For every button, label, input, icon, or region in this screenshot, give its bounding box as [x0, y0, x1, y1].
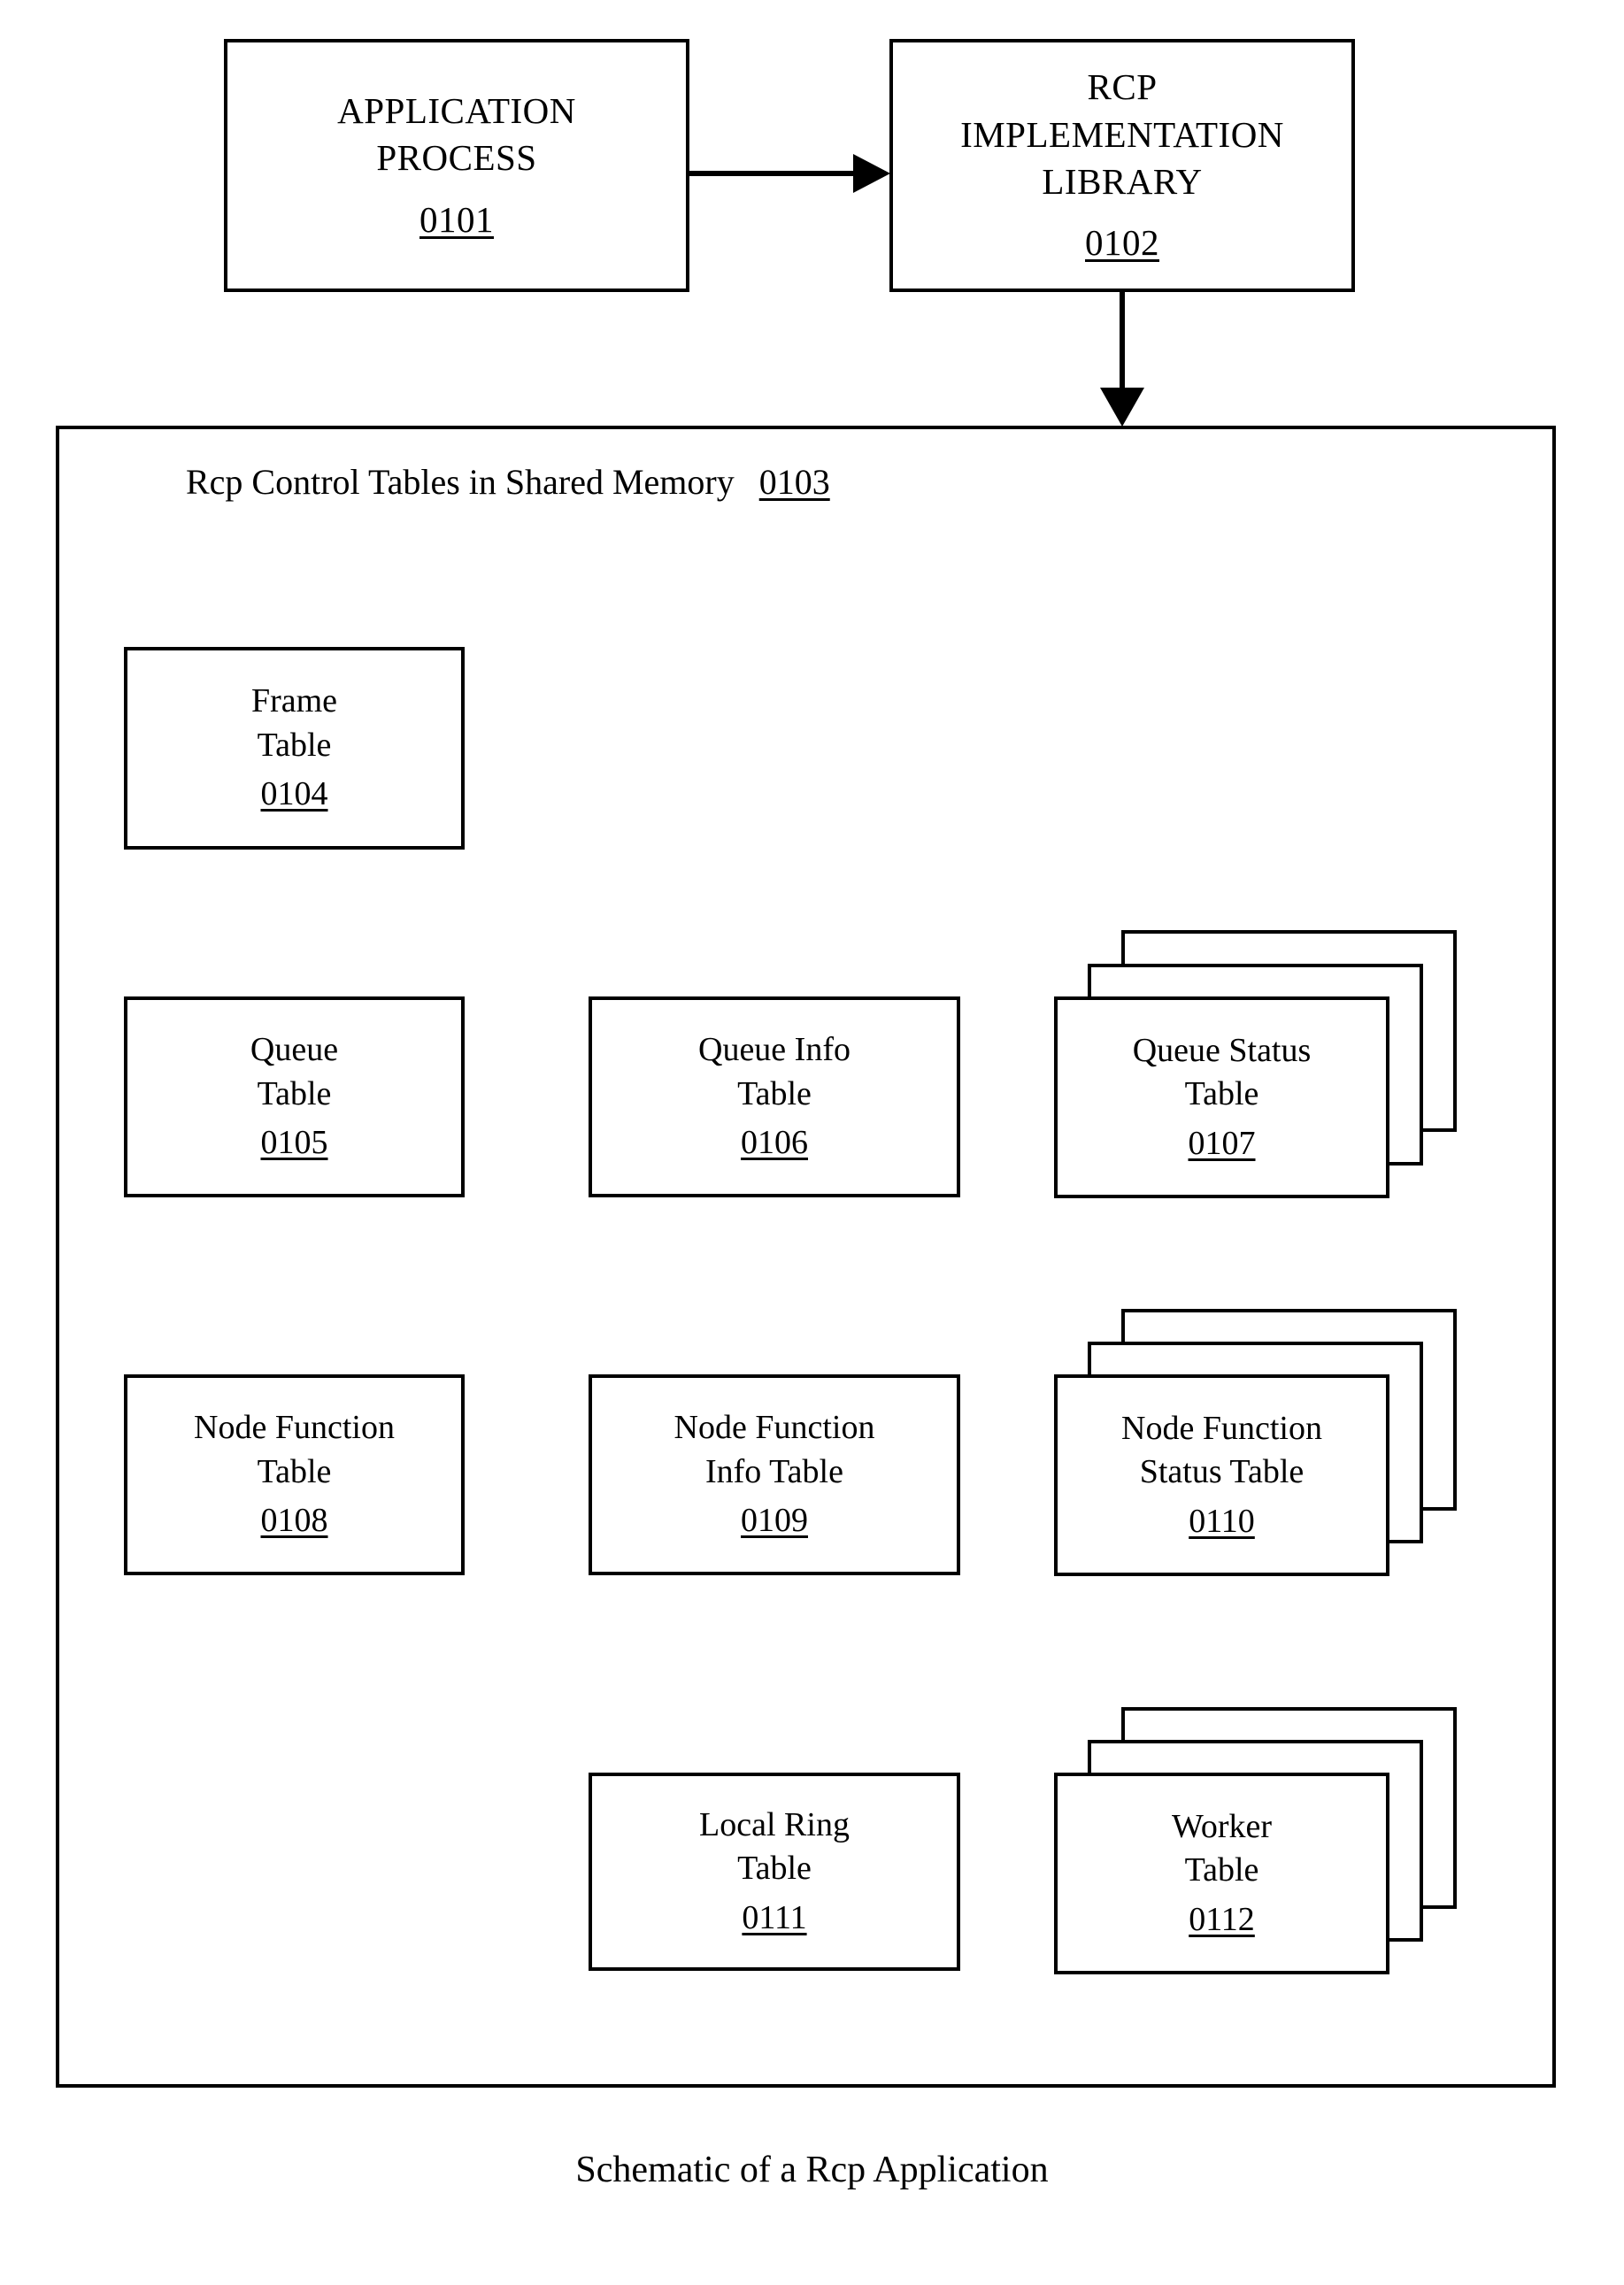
- application-process-box: APPLICATION PROCESS 0101: [224, 39, 689, 292]
- arrow-down-head-library-to-shared-memory: [1100, 388, 1144, 427]
- frame-table-line2: Table: [257, 726, 332, 764]
- queue-info-table-refnum: 0106: [741, 1124, 808, 1162]
- arrow-right-head-app-to-library: [853, 154, 890, 193]
- arrow-down-shaft-library-to-shared-memory: [1120, 292, 1125, 389]
- node-function-status-table-line2: Status Table: [1139, 1453, 1305, 1491]
- application-process-refnum: 0101: [419, 198, 494, 240]
- rcp-library-line1: RCP: [1087, 66, 1158, 108]
- figure-caption: Schematic of a Rcp Application: [575, 2150, 1049, 2190]
- shared-memory-title: Rcp Control Tables in Shared Memory 0103: [186, 461, 830, 503]
- node-function-info-table-box: Node Function Info Table 0109: [589, 1374, 960, 1575]
- local-ring-table-refnum: 0111: [742, 1898, 807, 1936]
- local-ring-table-line2: Table: [737, 1850, 812, 1888]
- queue-info-table-line2: Table: [737, 1074, 812, 1112]
- rcp-library-line2: IMPLEMENTATION: [960, 113, 1284, 155]
- local-ring-table-line1: Local Ring: [699, 1805, 850, 1843]
- queue-info-table-box: Queue Info Table 0106: [589, 996, 960, 1197]
- worker-table-line1: Worker: [1172, 1807, 1272, 1845]
- node-function-info-table-line1: Node Function: [673, 1409, 875, 1447]
- application-process-line1: APPLICATION: [337, 90, 576, 132]
- node-function-status-table-refnum: 0110: [1189, 1502, 1255, 1540]
- frame-table-line1: Frame: [250, 682, 338, 720]
- rcp-implementation-library-box: RCP IMPLEMENTATION LIBRARY 0102: [889, 39, 1355, 292]
- queue-status-table-line1: Queue Status: [1132, 1031, 1312, 1069]
- frame-table-box: Frame Table 0104: [124, 647, 465, 850]
- shared-memory-refnum: 0103: [758, 462, 830, 502]
- patent-figure-schematic-of-rcp-application: APPLICATION PROCESS 0101 RCP IMPLEMENTAT…: [0, 0, 1624, 2285]
- frame-table-refnum: 0104: [260, 775, 328, 813]
- shared-memory-title-text: Rcp Control Tables in Shared Memory: [186, 462, 735, 502]
- queue-status-table-line2: Table: [1184, 1075, 1259, 1113]
- queue-table-line1: Queue: [250, 1031, 339, 1069]
- queue-status-table-box: Queue Status Table 0107: [1054, 996, 1389, 1198]
- rcp-library-line3: LIBRARY: [1042, 161, 1203, 202]
- arrow-right-shaft-app-to-library: [689, 171, 858, 176]
- queue-table-refnum: 0105: [260, 1124, 328, 1162]
- node-function-table-box: Node Function Table 0108: [124, 1374, 465, 1575]
- node-function-status-table-box: Node Function Status Table 0110: [1054, 1374, 1389, 1576]
- node-function-table-refnum: 0108: [260, 1502, 328, 1540]
- queue-table-box: Queue Table 0105: [124, 996, 465, 1197]
- queue-info-table-line1: Queue Info: [698, 1031, 850, 1069]
- local-ring-table-box: Local Ring Table 0111: [589, 1773, 960, 1971]
- application-process-line2: PROCESS: [376, 137, 537, 179]
- worker-table-line2: Table: [1184, 1851, 1259, 1889]
- queue-table-line2: Table: [257, 1074, 332, 1112]
- queue-status-table-refnum: 0107: [1188, 1124, 1256, 1162]
- rcp-library-refnum: 0102: [1085, 222, 1159, 264]
- node-function-info-table-refnum: 0109: [741, 1502, 808, 1540]
- node-function-table-line2: Table: [257, 1452, 332, 1490]
- worker-table-box: Worker Table 0112: [1054, 1773, 1389, 1974]
- node-function-info-table-line2: Info Table: [705, 1452, 843, 1490]
- node-function-table-line1: Node Function: [194, 1409, 395, 1447]
- node-function-status-table-line1: Node Function: [1121, 1409, 1322, 1447]
- worker-table-refnum: 0112: [1189, 1900, 1255, 1938]
